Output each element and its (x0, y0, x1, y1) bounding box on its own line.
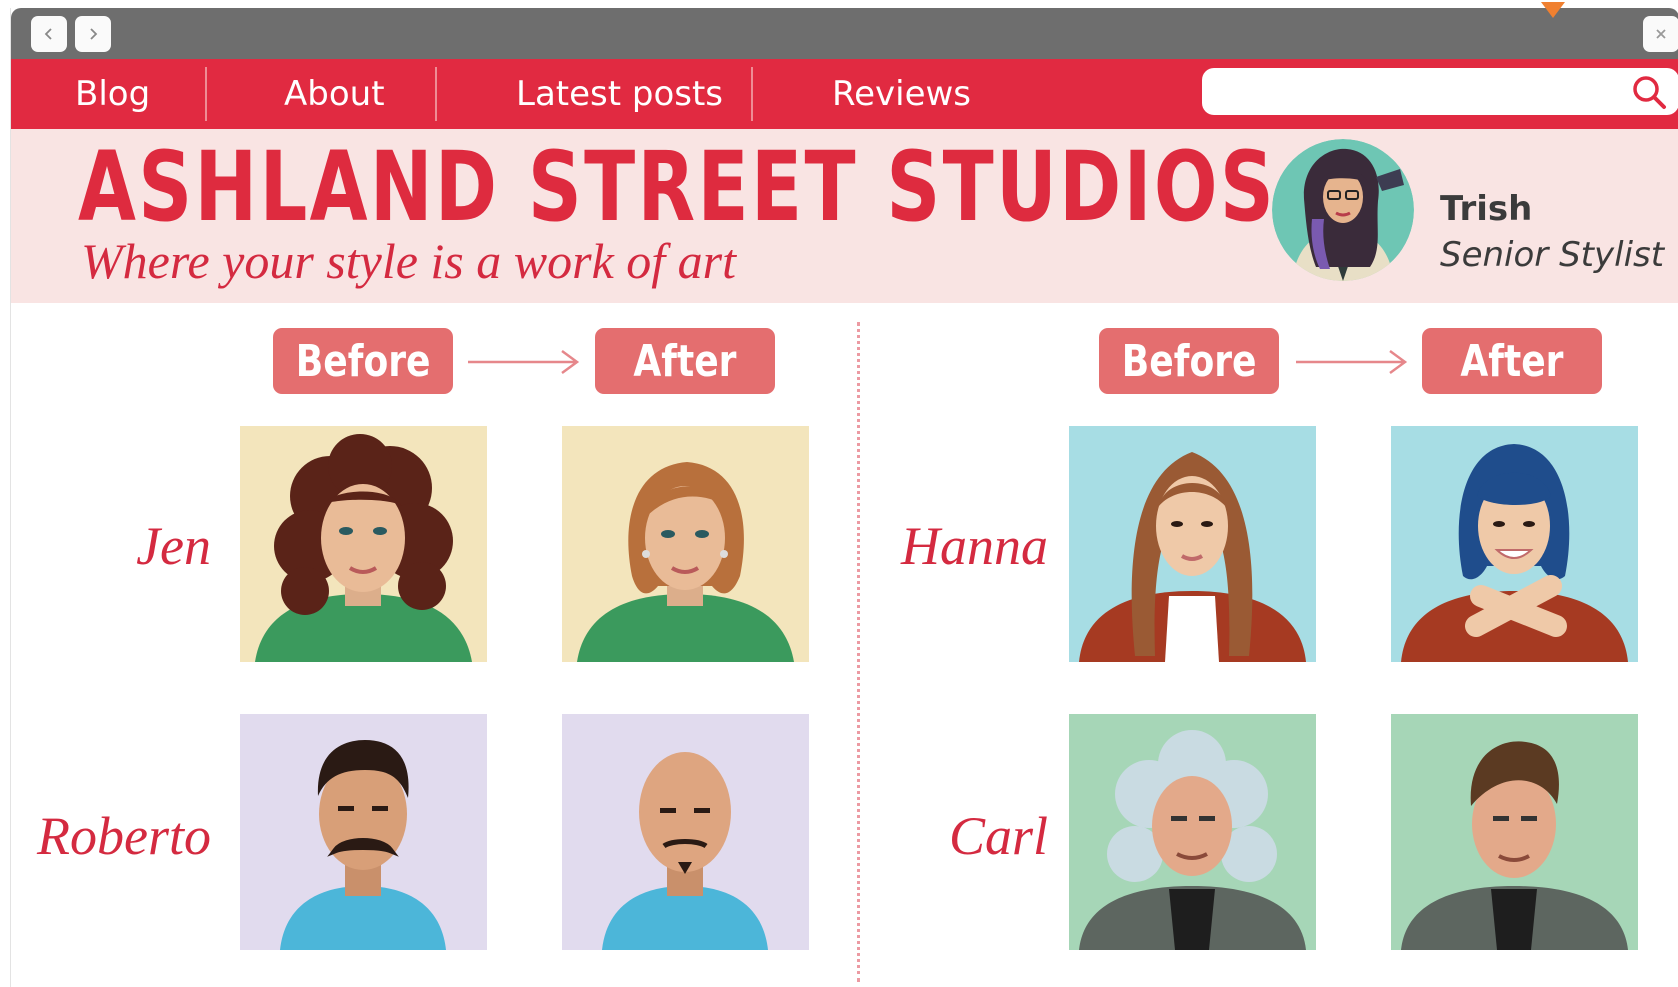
search-icon[interactable] (1630, 73, 1668, 111)
back-button[interactable] (31, 16, 67, 52)
before-label: Before (1099, 328, 1279, 394)
after-label: After (595, 328, 775, 394)
client-name: Roberto (37, 806, 211, 866)
page-title: ASHLAND STREET STUDIOS (78, 131, 1277, 243)
close-button[interactable] (1643, 16, 1678, 52)
portrait-hanna-after (1391, 426, 1638, 662)
before-label: Before (273, 328, 453, 394)
portrait-roberto-after (562, 714, 809, 950)
header-banner: ASHLAND STREET STUDIOS Where your style … (11, 129, 1678, 303)
nav-item-blog[interactable]: Blog (75, 59, 150, 129)
nav-separator (435, 67, 437, 121)
nav-item-reviews[interactable]: Reviews (832, 59, 971, 129)
pointer-marker (1541, 2, 1565, 18)
navbar: Blog About Latest posts Reviews (11, 59, 1678, 129)
portrait-carl-after (1391, 714, 1638, 950)
window-titlebar (11, 8, 1678, 59)
stylist-name: Trish (1440, 189, 1533, 229)
browser-window: Blog About Latest posts Reviews ASHLAND … (10, 2, 1678, 987)
arrow-right-icon (468, 349, 580, 375)
stylist-role: Senior Stylist (1440, 235, 1665, 275)
tagline: Where your style is a work of art (81, 233, 737, 289)
nav-item-about[interactable]: About (284, 59, 385, 129)
portrait-jen-before (240, 426, 487, 662)
arrow-right-icon (1296, 349, 1408, 375)
nav-separator (751, 67, 753, 121)
client-name: Hanna (901, 516, 1048, 576)
forward-button[interactable] (75, 16, 111, 52)
client-name: Carl (948, 806, 1048, 866)
avatar (1272, 139, 1414, 281)
search-box (1202, 68, 1678, 115)
portrait-jen-after (562, 426, 809, 662)
portrait-hanna-before (1069, 426, 1316, 662)
after-label: After (1422, 328, 1602, 394)
nav-separator (205, 67, 207, 121)
nav-item-latest-posts[interactable]: Latest posts (516, 59, 723, 129)
chevron-left-icon (44, 28, 52, 40)
close-icon (1656, 29, 1666, 39)
chevron-right-icon (90, 28, 98, 40)
portrait-roberto-before (240, 714, 487, 950)
portrait-carl-before (1069, 714, 1316, 950)
client-name: Jen (136, 516, 211, 576)
column-divider (857, 322, 860, 982)
search-input[interactable] (1212, 74, 1606, 110)
